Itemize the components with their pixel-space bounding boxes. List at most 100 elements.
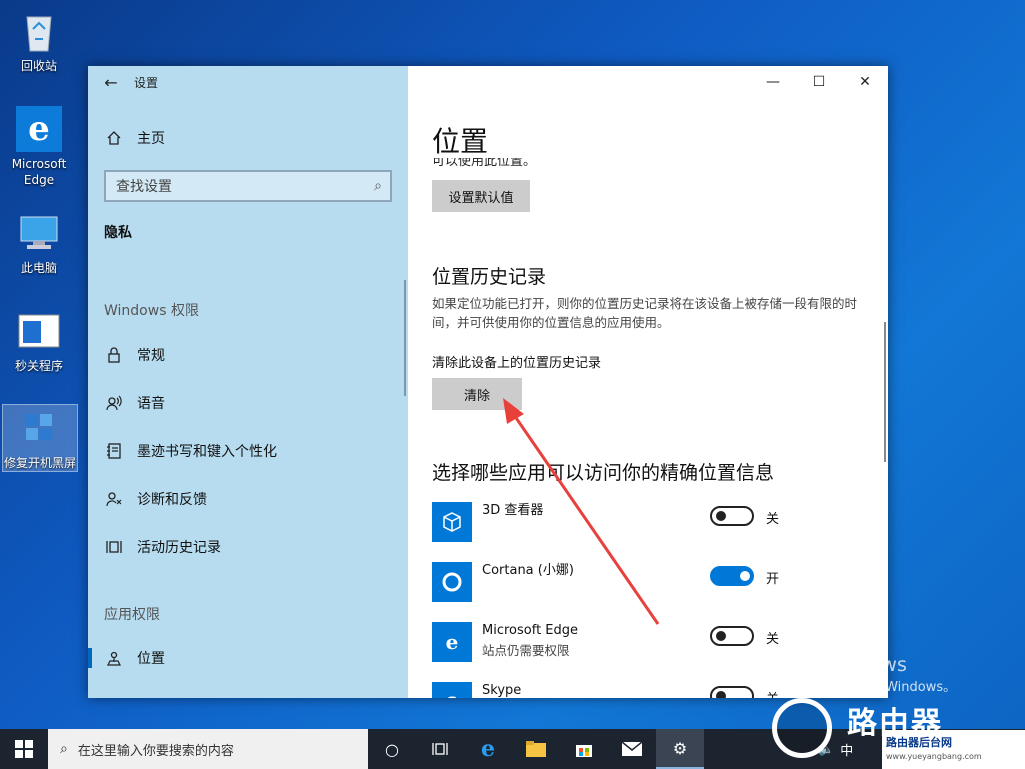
mail-icon[interactable] [608, 729, 656, 769]
cortana-ring-icon [432, 562, 472, 602]
edge-icon[interactable]: e [464, 729, 512, 769]
speech-icon [105, 394, 123, 412]
desktop-icon-program[interactable]: 秒关程序 [6, 308, 72, 374]
nav-item-home[interactable]: 主页 [88, 118, 408, 158]
nav-item-label: 活动历史记录 [137, 540, 221, 556]
nav-item-general[interactable]: 常规 [88, 335, 408, 375]
toggle-knob [716, 511, 726, 521]
nav-section-windows: Windows 权限 [104, 303, 199, 319]
recycle-bin-icon [16, 8, 62, 54]
clear-history-label: 清除此设备上的位置历史记录 [432, 356, 602, 371]
store-icon[interactable] [560, 729, 608, 769]
start-button[interactable] [0, 729, 48, 769]
close-icon: ✕ [859, 74, 871, 90]
activation-watermark-title: 激活 Windows [778, 654, 907, 676]
toggle-knob [716, 691, 726, 698]
titlebar-left: ← 设置 [88, 66, 408, 98]
desktop-icon-label: 回收站 [20, 59, 57, 73]
content-scrollbar[interactable] [884, 322, 886, 462]
nav-item-diagnostics[interactable]: 诊断和反馈 [88, 479, 408, 519]
desktop-icon-repair[interactable]: 修复开机黑屏 [2, 404, 78, 472]
desktop-icon-recycle-bin[interactable]: 回收站 [6, 8, 72, 74]
page-title: 位置 [432, 125, 489, 158]
clipped-text: 可以使用此位置。 [432, 158, 537, 168]
toggle-state: 关 [766, 632, 780, 647]
settings-window: ← 设置 主页 查找设置 ⌕ 隐私 Windows 权限 常规 语音 墨迹书写和… [88, 66, 888, 698]
toggle-knob [740, 571, 750, 581]
maximize-icon: ☐ [812, 74, 826, 90]
nav-item-label: 墨迹书写和键入个性化 [137, 444, 277, 460]
nav-item-label: 诊断和反馈 [137, 492, 207, 508]
close-button[interactable]: ✕ [842, 66, 888, 98]
site-logo: 路由器 路由器后台网 www.yueyangbang.com [762, 690, 1025, 769]
logo-sub-box: 路由器后台网 www.yueyangbang.com [882, 730, 1025, 769]
maximize-button[interactable]: ☐ [796, 66, 842, 98]
repair-tool-icon [17, 405, 63, 451]
timeline-icon[interactable] [416, 729, 464, 769]
search-placeholder: 查找设置 [116, 179, 172, 195]
computer-icon [16, 210, 62, 256]
app-name: Cortana (小娜) [482, 563, 574, 578]
task-view-icon[interactable]: ○ [368, 729, 416, 769]
nav-item-label: 常规 [137, 348, 165, 364]
taskbar-search-input[interactable]: ⌕ 在这里输入你要搜索的内容 [48, 729, 368, 769]
app-row-3d-viewer: 3D 查看器 关 [432, 502, 872, 546]
app-subtitle: 站点仍需要权限 [482, 643, 570, 658]
search-icon: ⌕ [374, 178, 382, 194]
settings-content-pane: — ☐ ✕ 位置 可以使用此位置。 设置默认值 位置历史记录 如果定位功能已打开… [408, 66, 888, 698]
edge-icon: e [16, 106, 62, 152]
desktop-icon-this-pc[interactable]: 此电脑 [6, 210, 72, 276]
file-explorer-icon[interactable] [512, 729, 560, 769]
notebook-icon [105, 442, 123, 460]
settings-icon[interactable]: ⚙ [656, 729, 704, 769]
back-button[interactable]: ← [88, 66, 134, 98]
taskbar-search-placeholder: 在这里输入你要搜索的内容 [77, 743, 234, 759]
windows-logo-icon [15, 740, 33, 758]
app-name: Skype [482, 683, 522, 698]
history-description: 如果定位功能已打开，则你的位置历史记录将在该设备上被存储一段有限的时间，并可供使… [432, 296, 858, 330]
desktop-icon-label: 此电脑 [20, 261, 57, 275]
nav-item-speech[interactable]: 语音 [88, 383, 408, 423]
location-toggle[interactable] [710, 626, 754, 646]
feedback-icon [105, 490, 123, 508]
nav-item-label: 主页 [137, 131, 165, 147]
home-icon [105, 129, 123, 147]
location-toggle[interactable] [710, 686, 754, 698]
back-arrow-icon: ← [104, 72, 118, 92]
program-icon [16, 308, 62, 354]
minimize-icon: — [766, 74, 780, 90]
location-toggle[interactable] [710, 566, 754, 586]
lock-icon [105, 346, 123, 364]
nav-section-apps: 应用权限 [104, 607, 160, 623]
edge-e-icon: e [432, 622, 472, 662]
toggle-state: 开 [766, 572, 780, 587]
nav-item-location[interactable]: 位置 [88, 638, 408, 678]
app-name: Microsoft Edge [482, 623, 579, 638]
cube-icon [432, 502, 472, 542]
clear-button[interactable]: 清除 [432, 378, 522, 410]
nav-scrollbar[interactable] [404, 280, 406, 396]
desktop-icon-edge[interactable]: e Microsoft Edge [6, 106, 72, 188]
desktop-icon-label: 修复开机黑屏 [3, 456, 76, 470]
toggle-state: 关 [766, 512, 780, 527]
app-title: 设置 [134, 75, 159, 90]
location-icon [105, 649, 123, 667]
location-toggle[interactable] [710, 506, 754, 526]
minimize-button[interactable]: — [750, 66, 796, 98]
app-name: 3D 查看器 [482, 503, 544, 518]
nav-item-inking[interactable]: 墨迹书写和键入个性化 [88, 431, 408, 471]
set-default-button[interactable]: 设置默认值 [432, 180, 530, 212]
settings-search-input[interactable]: 查找设置 ⌕ [104, 170, 392, 202]
search-icon: ⌕ [60, 741, 68, 757]
desktop-icon-label: Microsoft Edge [11, 157, 67, 187]
desktop-icon-label: 秒关程序 [14, 359, 63, 373]
logo-sub-text: 路由器后台网 [886, 736, 952, 749]
app-row-cortana: Cortana (小娜) 开 [432, 562, 872, 606]
settings-nav-pane: ← 设置 主页 查找设置 ⌕ 隐私 Windows 权限 常规 语音 墨迹书写和… [88, 66, 408, 698]
nav-item-label: 位置 [137, 651, 165, 667]
logo-circle-icon [772, 698, 832, 758]
toggle-knob [716, 631, 726, 641]
apps-heading: 选择哪些应用可以访问你的精确位置信息 [432, 462, 775, 484]
nav-item-label: 语音 [137, 396, 165, 412]
nav-item-activity-history[interactable]: 活动历史记录 [88, 527, 408, 567]
